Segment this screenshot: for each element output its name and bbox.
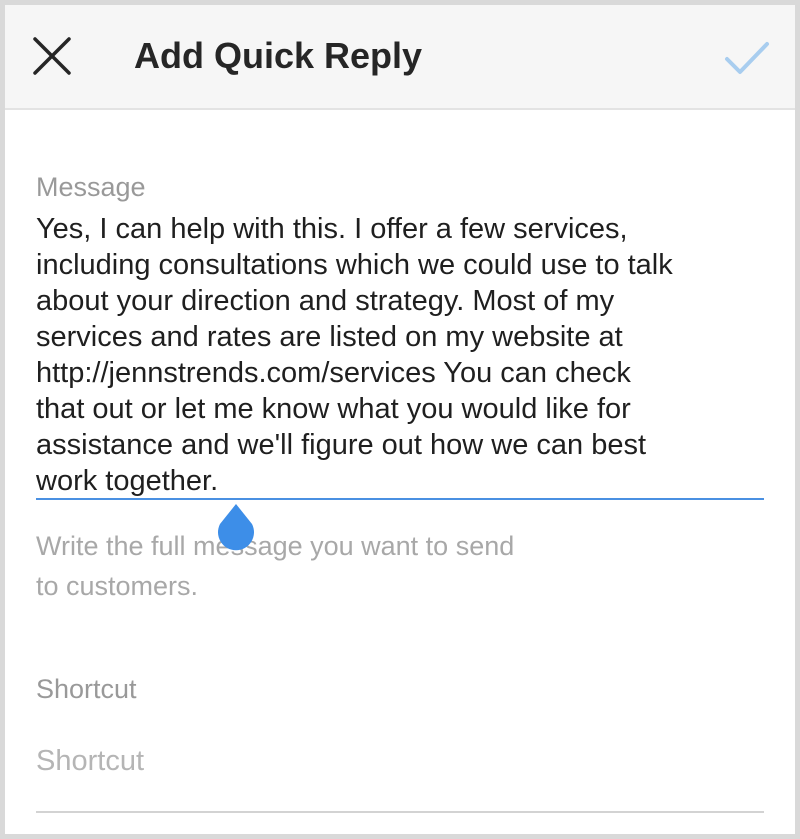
page-title: Add Quick Reply	[134, 35, 423, 76]
shortcut-input[interactable]	[36, 741, 764, 781]
shortcut-field-underline	[36, 811, 764, 813]
message-field-underline	[36, 498, 764, 500]
close-button[interactable]	[29, 33, 75, 79]
close-icon	[33, 37, 71, 75]
cursor-handle-icon	[218, 504, 254, 551]
text-cursor-handle[interactable]	[213, 502, 259, 556]
checkmark-icon	[725, 42, 769, 74]
shortcut-label: Shortcut	[36, 674, 137, 704]
message-helper-text: Write the full message you want to send …	[36, 531, 515, 601]
top-bar: Add Quick Reply	[5, 5, 795, 110]
confirm-button[interactable]	[721, 35, 773, 81]
message-label: Message	[36, 172, 146, 202]
message-field[interactable]: Yes, I can help with this. I offer a few…	[36, 211, 741, 499]
quick-reply-screen: Add Quick Reply Message Yes, I can help …	[0, 0, 800, 839]
